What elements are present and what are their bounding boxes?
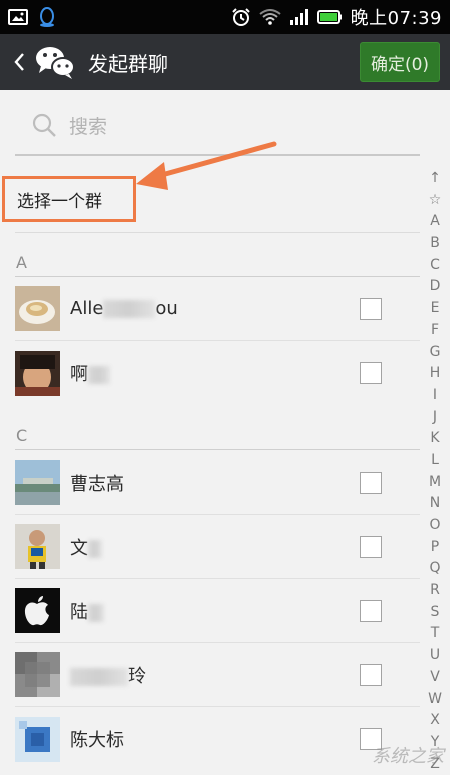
contact-checkbox[interactable] (360, 663, 382, 686)
contact-name: 曹志高 (70, 473, 124, 495)
contact-name: 啊 (70, 360, 110, 386)
index-letter[interactable]: B (430, 233, 440, 255)
index-letter[interactable]: D (430, 276, 441, 298)
index-letter[interactable]: C (430, 255, 440, 277)
chevron-left-icon (14, 53, 24, 71)
contact-checkbox[interactable] (360, 535, 382, 558)
search-icon (31, 112, 57, 142)
index-letter[interactable]: ☆ (429, 190, 442, 212)
image-icon (8, 9, 28, 25)
avatar (15, 588, 60, 633)
contact-row[interactable]: 陈大标 (15, 707, 420, 771)
contact-row[interactable]: 陆 (15, 579, 420, 643)
index-letter[interactable]: J (433, 407, 437, 429)
contact-checkbox[interactable] (360, 599, 382, 622)
contact-row[interactable]: 玲 (15, 643, 420, 707)
contact-name: Alle ou (70, 298, 178, 319)
index-letter[interactable]: K (430, 428, 439, 450)
signal-icon (289, 9, 309, 25)
index-letter[interactable]: ↑ (429, 168, 441, 190)
index-letter[interactable]: I (433, 385, 437, 407)
page-title: 发起群聊 (88, 51, 168, 76)
contact-checkbox[interactable] (360, 471, 382, 494)
battery-icon (316, 9, 343, 25)
qq-penguin-icon (38, 6, 56, 28)
contact-name: 陈大标 (70, 730, 124, 751)
index-letter[interactable]: W (428, 689, 442, 711)
avatar (15, 460, 60, 505)
contact-row[interactable]: 啊 (15, 341, 420, 405)
index-letter[interactable]: H (430, 363, 441, 385)
search-input[interactable] (67, 115, 371, 139)
blurred-text (103, 300, 156, 318)
avatar (15, 716, 60, 762)
alarm-icon (231, 7, 251, 27)
index-letter[interactable]: R (430, 580, 440, 602)
divider (15, 232, 420, 233)
section-header-c: C (15, 426, 420, 450)
index-letter[interactable]: S (431, 602, 440, 624)
alphabet-index[interactable]: ↑ ☆ A B C D E F G H I J K L M N O P Q R S T U V W X Y Z (424, 168, 446, 772)
contact-checkbox[interactable] (360, 297, 382, 320)
status-time: 晚上07:39 (350, 8, 442, 29)
index-letter[interactable]: O (429, 515, 440, 537)
contact-row[interactable]: 文 (15, 515, 420, 579)
back-button[interactable] (8, 47, 30, 77)
wechat-logo-icon (34, 44, 76, 80)
blurred-text (70, 667, 128, 686)
annotation-arrow (136, 141, 277, 190)
index-letter[interactable]: X (430, 710, 440, 732)
avatar (15, 286, 60, 331)
title-bar: 发起群聊 确定(0) (0, 34, 450, 90)
index-letter[interactable]: M (429, 472, 441, 494)
watermark: 系统之家 (372, 746, 444, 767)
index-letter[interactable]: V (430, 667, 440, 689)
status-bar: 晚上07:39 (0, 0, 450, 34)
avatar (15, 652, 60, 697)
blurred-text (88, 603, 104, 622)
section-header-a: A (15, 253, 420, 277)
select-group-button[interactable]: 选择一个群 (2, 176, 136, 222)
confirm-button[interactable]: 确定(0) (360, 42, 440, 82)
contact-row[interactable]: 曹志高 (15, 451, 420, 515)
index-letter[interactable]: F (431, 320, 439, 342)
contact-name: 陆 (70, 598, 104, 624)
contact-name: 文 (70, 534, 102, 560)
index-letter[interactable]: U (430, 645, 440, 667)
index-letter[interactable]: P (431, 537, 439, 559)
contact-row[interactable]: Alle ou (15, 277, 420, 341)
index-letter[interactable]: A (430, 211, 440, 233)
index-letter[interactable]: T (431, 623, 440, 645)
wifi-icon (259, 9, 281, 25)
avatar (15, 524, 60, 569)
index-letter[interactable]: N (430, 493, 440, 515)
index-letter[interactable]: Q (429, 558, 440, 580)
avatar (15, 350, 60, 396)
index-letter[interactable]: E (431, 298, 440, 320)
contact-name: 玲 (70, 662, 146, 688)
index-letter[interactable]: G (430, 342, 441, 364)
blurred-text (88, 539, 102, 558)
blurred-text (88, 366, 110, 384)
contact-checkbox[interactable] (360, 362, 382, 384)
index-letter[interactable]: L (431, 450, 439, 472)
